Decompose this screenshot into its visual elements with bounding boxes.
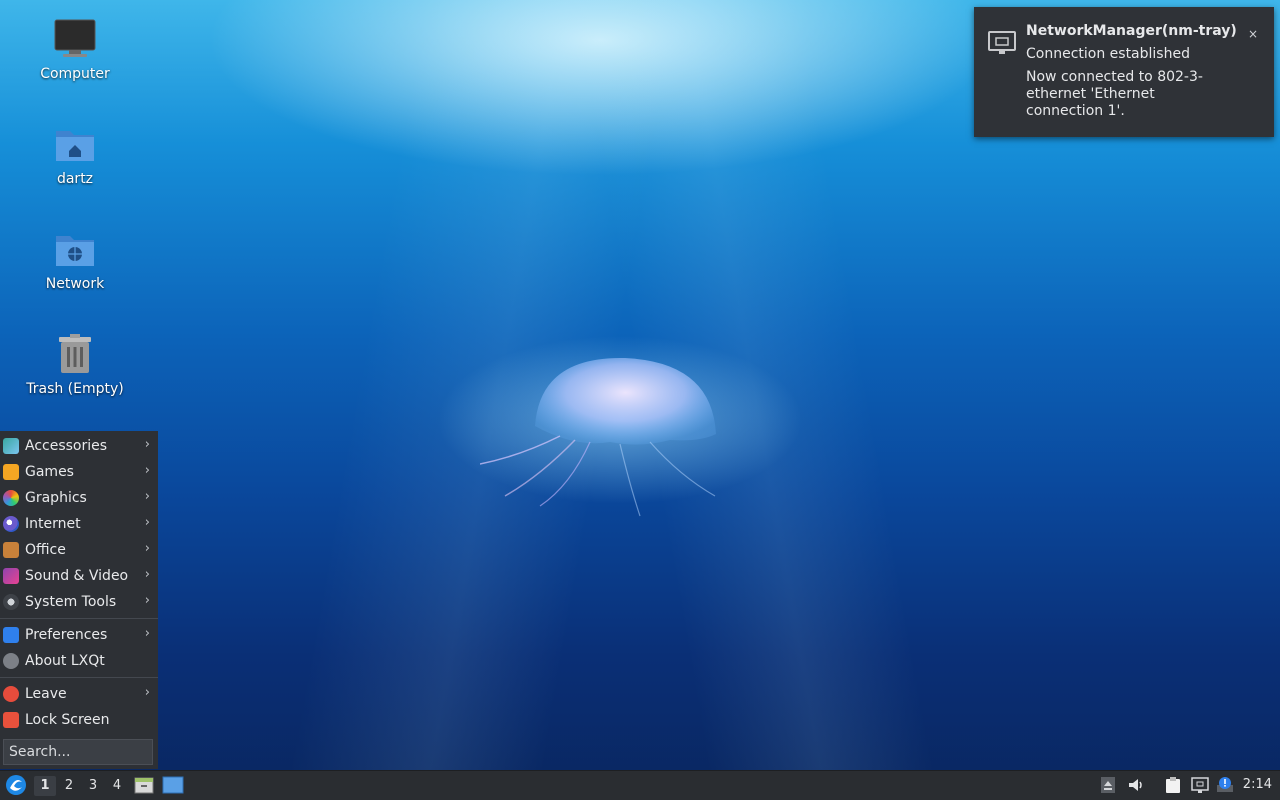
menu-item-label: System Tools <box>25 594 117 610</box>
menu-item-label: Preferences <box>25 627 108 643</box>
desktop-icon-label: dartz <box>56 171 94 187</box>
office-icon <box>3 542 19 558</box>
chevron-right-icon: › <box>144 541 150 556</box>
menu-item-system-tools[interactable]: System Tools › <box>0 589 158 615</box>
file-cabinet-icon <box>134 777 154 794</box>
menu-item-label: Leave <box>25 686 67 702</box>
workspace-4[interactable]: 4 <box>106 776 128 796</box>
menu-item-lock-screen[interactable]: Lock Screen <box>0 707 158 733</box>
desktop-icon-computer[interactable]: Computer <box>20 18 130 82</box>
workspace-2[interactable]: 2 <box>58 776 80 796</box>
trash-icon <box>53 333 97 377</box>
desktop-icon-home[interactable]: dartz <box>20 123 130 187</box>
menu-separator <box>0 618 158 619</box>
menu-item-office[interactable]: Office › <box>0 537 158 563</box>
chevron-right-icon: › <box>144 437 150 452</box>
menu-item-sound-video[interactable]: Sound & Video › <box>0 563 158 589</box>
menu-item-label: Graphics <box>25 490 87 506</box>
menu-item-label: Games <box>25 464 74 480</box>
desktop-icon-label: Computer <box>40 66 110 82</box>
application-menu: Accessories › Games › Graphics › Interne… <box>0 431 158 769</box>
menu-item-label: Sound & Video <box>25 568 129 584</box>
show-desktop-button[interactable] <box>162 775 184 795</box>
search-input[interactable] <box>4 740 152 764</box>
lock-icon <box>3 712 19 728</box>
network-folder-icon <box>53 228 97 272</box>
internet-icon <box>3 516 19 532</box>
menu-item-internet[interactable]: Internet › <box>0 511 158 537</box>
workspace-1[interactable]: 1 <box>34 776 56 796</box>
eject-icon[interactable] <box>1099 776 1117 794</box>
menu-item-preferences[interactable]: Preferences › <box>0 622 158 648</box>
taskbar: 1 2 3 4 2:14 <box>0 770 1280 800</box>
accessories-icon <box>3 438 19 454</box>
system-tools-icon <box>3 594 19 610</box>
chevron-right-icon: › <box>144 626 150 641</box>
network-tray-icon[interactable] <box>1191 776 1209 794</box>
preferences-icon <box>3 627 19 643</box>
desktop-icon-label: Trash (Empty) <box>26 381 124 397</box>
menu-item-label: Internet <box>25 516 81 532</box>
computer-icon <box>53 18 97 62</box>
clock[interactable]: 2:14 <box>1243 777 1272 792</box>
desktop-icon-network[interactable]: Network <box>20 228 130 292</box>
file-manager-launcher[interactable] <box>134 775 154 795</box>
home-folder-icon <box>53 123 97 167</box>
desktop-icon-trash[interactable]: Trash (Empty) <box>20 333 130 397</box>
graphics-icon <box>3 490 19 506</box>
desktop-icon-label: Network <box>45 276 105 292</box>
power-icon <box>3 686 19 702</box>
wallpaper-jellyfish <box>480 357 716 517</box>
menu-search-box[interactable] <box>3 739 153 765</box>
chevron-right-icon: › <box>144 489 150 504</box>
multimedia-icon <box>3 568 19 584</box>
volume-icon[interactable] <box>1127 776 1145 794</box>
chevron-right-icon: › <box>144 515 150 530</box>
games-icon <box>3 464 19 480</box>
chevron-right-icon: › <box>144 567 150 582</box>
menu-item-label: Office <box>25 542 66 558</box>
menu-item-leave[interactable]: Leave › <box>0 681 158 707</box>
notification-body: Now connected to 802-3-ethernet 'Etherne… <box>1026 69 1203 119</box>
menu-item-accessories[interactable]: Accessories › <box>0 433 158 459</box>
desktop-icon <box>162 776 184 794</box>
menu-item-label: Accessories <box>25 438 108 454</box>
workspace-3[interactable]: 3 <box>82 776 104 796</box>
menu-item-about-lxqt[interactable]: About LXQt <box>0 648 158 674</box>
lxqt-menu-button[interactable] <box>5 774 27 796</box>
notification-summary: Connection established <box>1026 46 1190 62</box>
menu-separator <box>0 677 158 678</box>
menu-item-graphics[interactable]: Graphics › <box>0 485 158 511</box>
chevron-right-icon: › <box>144 685 150 700</box>
info-icon <box>3 653 19 669</box>
notification-popup[interactable]: NetworkManager(nm-tray) Connection estab… <box>974 7 1274 137</box>
menu-item-games[interactable]: Games › <box>0 459 158 485</box>
ethernet-icon <box>988 31 1016 55</box>
menu-item-label: Lock Screen <box>25 712 110 728</box>
notification-title: NetworkManager(nm-tray) <box>1026 23 1237 39</box>
chevron-right-icon: › <box>144 463 150 478</box>
lxqt-logo-icon <box>6 775 26 795</box>
chevron-right-icon: › <box>144 593 150 608</box>
clipboard-icon[interactable] <box>1164 776 1182 794</box>
update-notifier-icon[interactable] <box>1216 776 1234 794</box>
close-icon[interactable]: × <box>1248 27 1258 41</box>
menu-item-label: About LXQt <box>25 653 105 669</box>
